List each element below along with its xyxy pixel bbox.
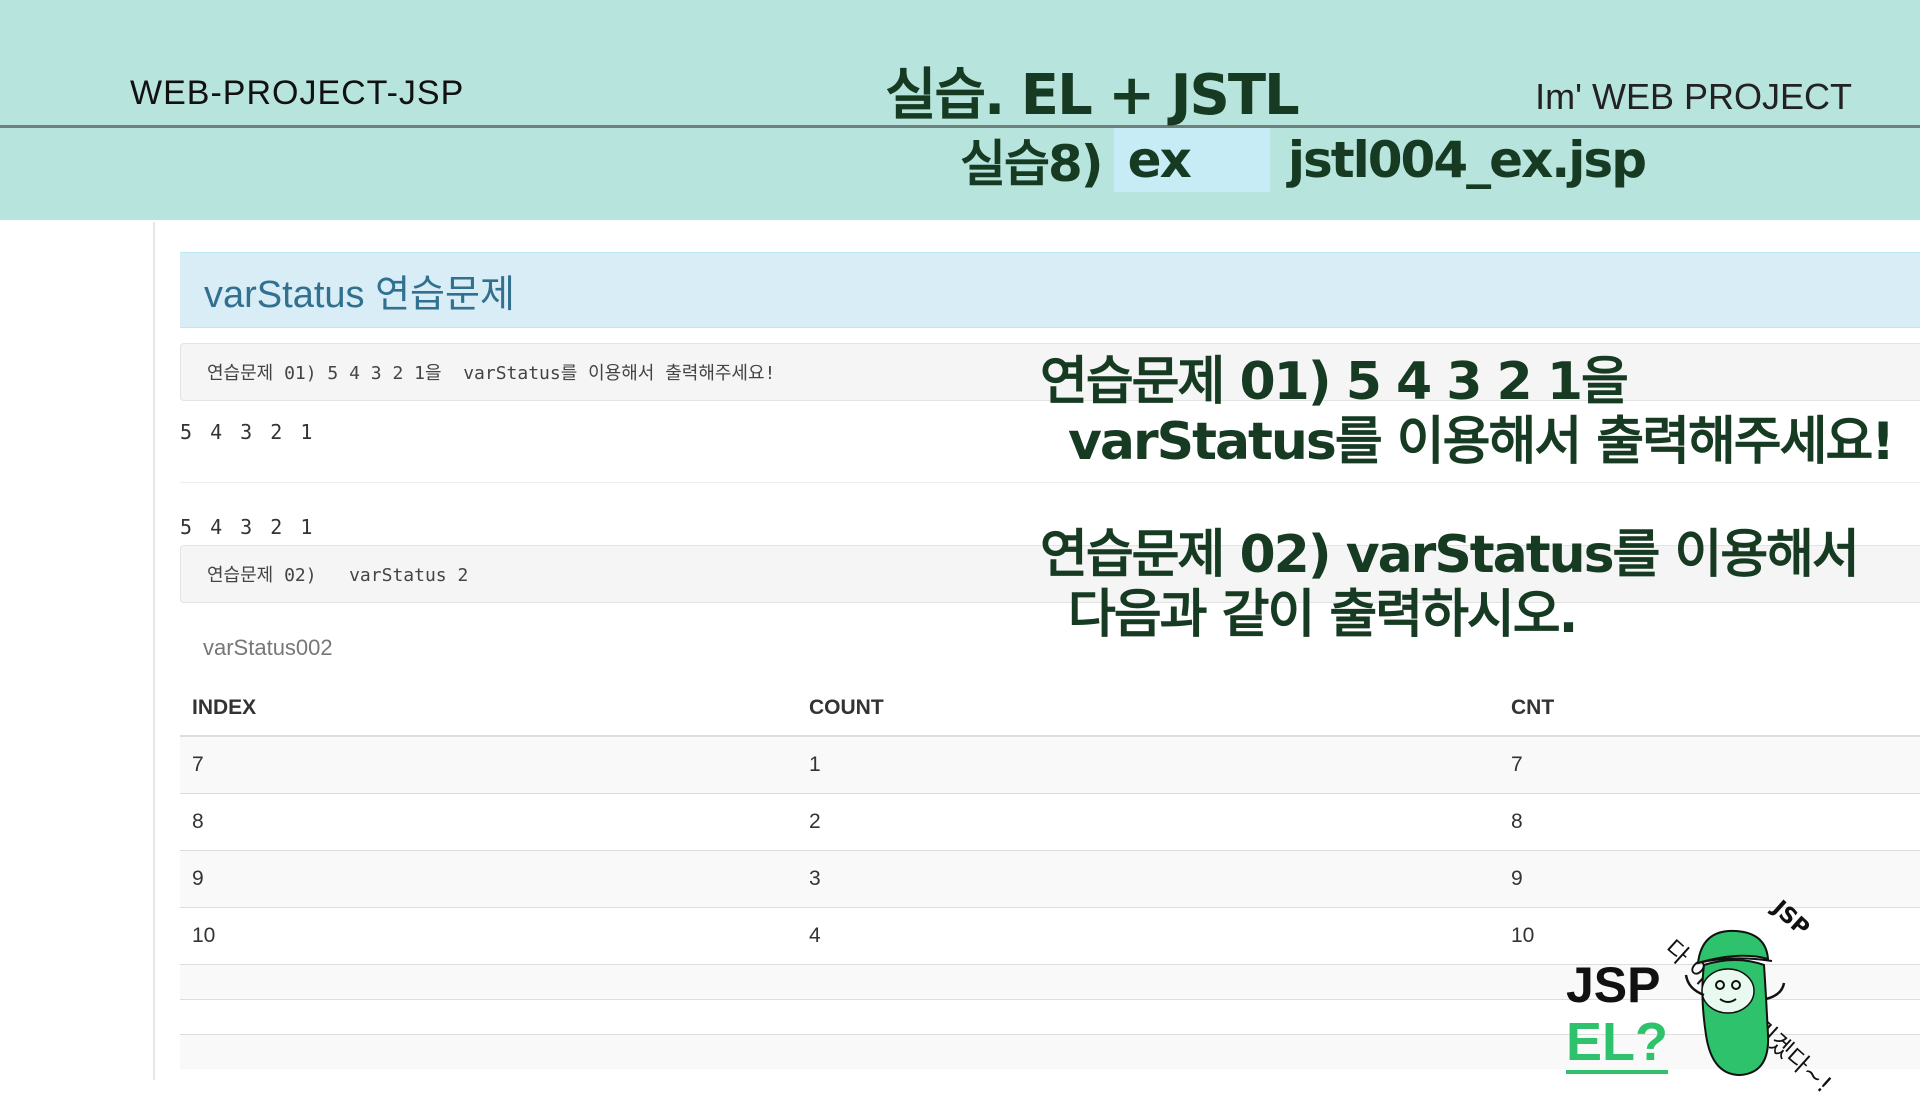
subtitle-file: jstl004_ex.jsp: [1287, 131, 1647, 189]
exercise-2-text: 연습문제 02) varStatus 2: [207, 565, 469, 586]
cell-count: 3: [797, 850, 1499, 908]
cell-cnt: 9: [1499, 850, 1920, 908]
table-caption: varStatus002: [203, 635, 333, 660]
subtitle-ex-chip: ex: [1113, 128, 1270, 192]
overlay-q1-line2: varStatus를 이용해서 출력해주세요!: [1068, 412, 1895, 472]
mascot-jsp-label: JSP: [1566, 957, 1661, 1013]
exercise-1-output-2: 5 4 3 2 1: [180, 515, 316, 539]
divider: [180, 482, 1920, 483]
overlay-q2-line1: 연습문제 02) varStatus를 이용해서: [1040, 525, 1860, 585]
cell-index: 8: [180, 793, 797, 851]
cell-index: 9: [180, 850, 797, 908]
bean-mascot-icon: [1684, 929, 1786, 1077]
cell-count: 2: [797, 793, 1499, 851]
panel-heading: varStatus 연습문제: [180, 252, 1920, 328]
slide-title: 실습. EL + JSTL: [885, 63, 1300, 128]
subtitle-prefix: 실습8): [960, 135, 1104, 193]
slide-subtitle: 실습8) ex jstl004_ex.jsp: [960, 128, 1647, 193]
cell-cnt: 7: [1499, 735, 1920, 794]
overlay-q2-line2: 다음과 같이 출력하시오.: [1068, 585, 1578, 645]
panel-heading-title: varStatus 연습문제: [204, 273, 515, 316]
header-count: COUNT: [797, 680, 1499, 737]
exercise-1-text: 연습문제 01) 5 4 3 2 1을 varStatus를 이용해서 출력해주…: [207, 363, 776, 384]
table-row: 7 1 7: [180, 735, 1920, 794]
cell-count: 1: [797, 735, 1499, 794]
table-header-row: INDEX COUNT CNT: [180, 680, 1920, 737]
cell-index: 10: [180, 907, 797, 965]
table-row: 9 3 9: [180, 850, 1920, 908]
header-cnt: CNT: [1499, 680, 1920, 737]
cell-count: 4: [797, 907, 1499, 965]
exercise-1-output: 5 4 3 2 1: [180, 420, 316, 444]
table-row: 8 2 8: [180, 793, 1920, 851]
header-index: INDEX: [180, 680, 797, 737]
brand-right: Im' WEB PROJECT: [1535, 76, 1852, 117]
cell-index: 7: [180, 735, 797, 794]
cell-cnt: 8: [1499, 793, 1920, 851]
overlay-q1-line1: 연습문제 01) 5 4 3 2 1을: [1040, 352, 1629, 412]
mascot-el-label: EL?: [1566, 1012, 1668, 1074]
brand-left: WEB-PROJECT-JSP: [130, 74, 465, 112]
